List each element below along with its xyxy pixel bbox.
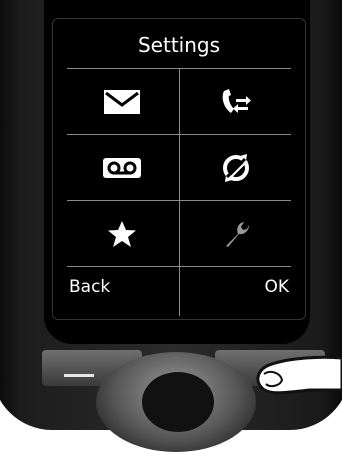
call-transfer-icon (222, 89, 251, 113)
menu-item-settings[interactable] (181, 202, 291, 266)
finger-illustration (256, 355, 342, 395)
eco-mode-icon (223, 154, 249, 182)
softkey-back[interactable]: Back (69, 277, 110, 297)
left-key-marker (64, 374, 94, 377)
envelope-icon (104, 90, 140, 114)
star-icon (108, 221, 136, 247)
menu-item-messages[interactable] (67, 70, 177, 134)
divider (179, 68, 180, 316)
menu-item-favorites[interactable] (67, 202, 177, 266)
screen-title: Settings (137, 33, 221, 57)
voicemail-icon (103, 158, 141, 178)
wrench-icon (226, 222, 249, 247)
softkey-ok[interactable]: OK (264, 277, 289, 297)
navigation-key-center[interactable] (142, 372, 214, 432)
menu-item-eco-mode[interactable] (181, 136, 291, 200)
phone-display: Settings Back OK (52, 18, 306, 320)
menu-item-voicemail[interactable] (67, 136, 177, 200)
menu-item-call-forwarding[interactable] (181, 70, 291, 134)
